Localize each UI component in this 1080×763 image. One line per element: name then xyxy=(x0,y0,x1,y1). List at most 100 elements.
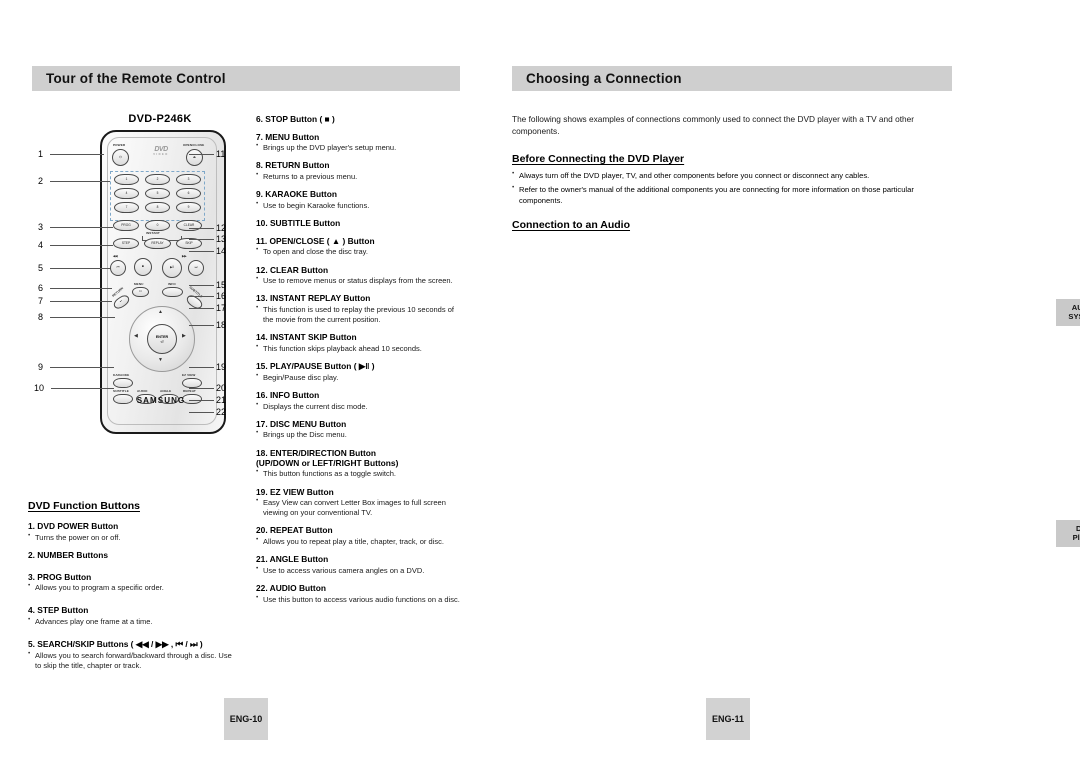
remote-label-instant: INSTANT xyxy=(146,231,160,235)
item-title: 3. PROG Button xyxy=(28,571,92,582)
remote-model-name: DVD-P246K xyxy=(128,113,192,125)
callout-7: 7 xyxy=(38,296,44,306)
list-item: 15. PLAY/PAUSE Button ( ▶‖ ) Begin/Pause… xyxy=(256,361,461,382)
callout-1: 1 xyxy=(38,149,44,159)
remote-clear-button[interactable]: CLEAR xyxy=(176,220,202,231)
remote-label-karaoke: KARAOKE xyxy=(113,373,130,377)
callout-19: 19 xyxy=(216,362,227,372)
callout-leader-12 xyxy=(189,228,214,229)
remote-step-button[interactable]: STEP xyxy=(113,238,139,249)
connection-diagram: Method 1 Method 2 AUDIO SYSTEM DVD Playe… xyxy=(1012,243,1080,573)
remote-menu-button[interactable]: ⊡ xyxy=(132,287,149,297)
dvd-player-line2: Player xyxy=(1072,533,1080,543)
list-item: 7. MENU Button Brings up the DVD player'… xyxy=(256,132,461,153)
before-connecting-bullets: Always turn off the DVD player, TV, and … xyxy=(512,170,952,206)
callout-5: 5 xyxy=(38,263,44,273)
callout-12: 12 xyxy=(216,223,227,233)
item-desc: Begin/Pause disc play. xyxy=(256,372,461,383)
item-title: 5. SEARCH/SKIP Buttons ( ◀◀ / ▶▶ , ⏮ / ⏭… xyxy=(28,638,203,649)
item-desc: Brings up the Disc menu. xyxy=(256,429,461,440)
right-page-number-badge: ENG-11 xyxy=(706,698,750,740)
remote-karaoke-button[interactable] xyxy=(113,378,133,388)
connection-to-audio-heading: Connection to an Audio xyxy=(512,219,631,231)
remote-search-skip-forward-button[interactable]: ⏭ xyxy=(188,260,204,276)
callout-20: 20 xyxy=(216,383,227,393)
item-title: 1. DVD POWER Button xyxy=(28,521,119,531)
item-title: 2. NUMBER Buttons xyxy=(28,549,109,560)
callout-leader-19 xyxy=(189,367,214,368)
item-desc: Use this button to access various audio … xyxy=(256,594,461,605)
remote-number-6[interactable]: 6 xyxy=(176,188,201,199)
remote-label-audio: AUDIO xyxy=(137,389,148,393)
remote-prog-button[interactable]: PROG xyxy=(113,220,139,231)
item-desc: Advances play one frame at a time. xyxy=(28,616,240,627)
remote-stop-button[interactable]: ■ xyxy=(134,258,152,276)
right-intro-paragraph: The following shows examples of connecti… xyxy=(512,114,914,137)
item-desc: This function is used to replay the prev… xyxy=(256,304,461,325)
remote-label-search-fwd: ▶▶ xyxy=(182,254,187,258)
remote-number-2[interactable]: 2 xyxy=(145,174,170,185)
remote-left-arrow-icon[interactable]: ◀ xyxy=(134,334,138,339)
list-item: Always turn off the DVD player, TV, and … xyxy=(512,170,952,181)
remote-play-pause-button[interactable]: ▶‖ xyxy=(162,258,182,278)
samsung-brand-logo: SAMSUNG xyxy=(136,396,186,405)
list-item: 17. DISC MENU Button Brings up the Disc … xyxy=(256,419,461,440)
remote-power-button[interactable]: ⏻ xyxy=(112,149,129,166)
remote-replay-button[interactable]: REPLAY xyxy=(144,238,171,249)
dvd-player-tag: DVD Player xyxy=(1056,520,1080,547)
list-item: 21. ANGLE Button Use to access various c… xyxy=(256,554,461,575)
callout-leader-9 xyxy=(50,367,114,368)
remote-number-8[interactable]: 8 xyxy=(145,202,170,213)
callout-4: 4 xyxy=(38,240,44,250)
callout-leader-6 xyxy=(50,288,112,289)
remote-search-skip-back-button[interactable]: ⏮ xyxy=(110,260,126,276)
remote-label-info: INFO xyxy=(168,282,176,286)
manual-page-spread: Tour of the Remote Control DVD-P246K POW… xyxy=(0,0,1080,763)
list-item: 13. INSTANT REPLAY Button This function … xyxy=(256,293,461,324)
item-desc: Brings up the DVD player's setup menu. xyxy=(256,142,461,153)
item-title: 13. INSTANT REPLAY Button xyxy=(256,293,371,304)
callout-2: 2 xyxy=(38,176,44,186)
right-section-title: Choosing a Connection xyxy=(526,71,682,86)
dvd-player-line1: DVD xyxy=(1075,524,1080,533)
remote-right-arrow-icon[interactable]: ▶ xyxy=(182,334,186,339)
callout-17: 17 xyxy=(216,303,227,313)
list-item: 3. PROG Button Allows you to program a s… xyxy=(28,572,240,593)
remote-number-7[interactable]: 7 xyxy=(114,202,139,213)
callout-9: 9 xyxy=(38,362,44,372)
item-desc: Use to access various camera angles on a… xyxy=(256,565,461,576)
remote-ez-view-button[interactable] xyxy=(182,378,202,388)
remote-down-arrow-icon[interactable]: ▼ xyxy=(158,358,163,363)
item-title: 14. INSTANT SKIP Button xyxy=(256,332,357,343)
list-item: 6. STOP Button ( ■ ) xyxy=(256,114,461,124)
list-item: 11. OPEN/CLOSE ( ▲ ) Button To open and … xyxy=(256,236,461,257)
remote-dvd-logo: DVD VIDEO xyxy=(153,146,169,156)
item-desc: Easy View can convert Letter Box images … xyxy=(256,497,461,518)
remote-label-angle: ANGLE xyxy=(160,389,172,393)
audio-system-line1: AUDIO xyxy=(1071,303,1080,312)
item-title: 8. RETURN Button xyxy=(256,160,330,171)
callout-leader-2 xyxy=(50,181,110,182)
remote-open-close-button[interactable]: ⏏ xyxy=(186,149,203,166)
item-title: 9. KARAOKE Button xyxy=(256,189,337,200)
remote-number-1[interactable]: 1 xyxy=(114,174,139,185)
item-desc: Returns to a previous menu. xyxy=(256,171,461,182)
remote-up-arrow-icon[interactable]: ▲ xyxy=(158,310,163,315)
callout-leader-3 xyxy=(50,227,113,228)
callout-leader-20 xyxy=(189,388,214,389)
callout-leader-8 xyxy=(50,317,115,318)
remote-number-3[interactable]: 3 xyxy=(176,174,201,185)
list-item: Refer to the owner's manual of the addit… xyxy=(512,184,952,206)
remote-label-menu: MENU xyxy=(134,282,144,286)
remote-enter-button[interactable]: ENTER ⏎ xyxy=(147,324,177,354)
remote-label-search-back: ◀◀ xyxy=(113,254,118,258)
list-item: 10. SUBTITLE Button xyxy=(256,218,461,228)
callout-6: 6 xyxy=(38,283,44,293)
remote-number-4[interactable]: 4 xyxy=(114,188,139,199)
remote-number-5[interactable]: 5 xyxy=(145,188,170,199)
remote-label-repeat: REPEAT xyxy=(183,389,196,393)
remote-number-0[interactable]: 0 xyxy=(145,220,170,231)
right-page: Choosing a Connection The following show… xyxy=(500,0,1080,763)
remote-number-9[interactable]: 9 xyxy=(176,202,201,213)
remote-info-button[interactable] xyxy=(162,287,183,297)
